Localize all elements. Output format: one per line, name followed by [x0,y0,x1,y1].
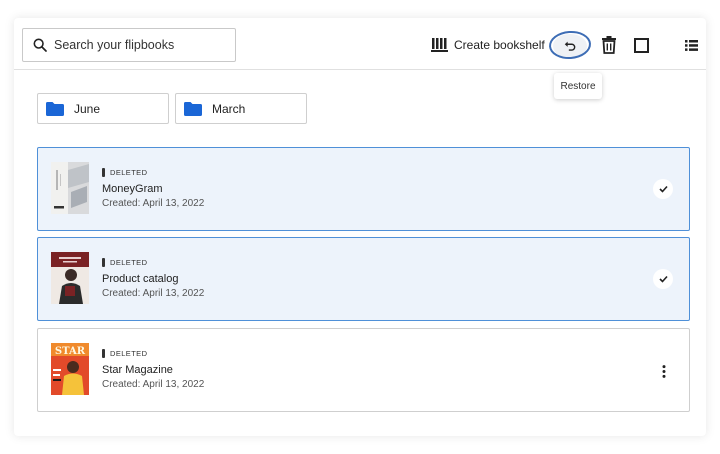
flipbook-title: Product catalog [102,273,179,285]
folder-name: March [212,101,246,116]
folder-icon [184,101,202,116]
folder-march[interactable]: March [175,93,307,124]
flipbook-created-date: Created: April 13, 2022 [102,288,205,299]
search-input[interactable] [54,38,214,52]
folder-icon [46,101,64,116]
status-indicator-bar [102,168,105,177]
check-icon [658,275,668,283]
select-all-checkbox[interactable] [632,36,650,54]
flipbook-cover-thumbnail: STAR [51,343,89,395]
more-vertical-icon [662,364,666,378]
flipbook-title: MoneyGram [102,183,163,195]
flipbook-card-star-magazine[interactable]: STAR DELETED Star Magazine Created: Apri… [37,328,690,412]
status-indicator-bar [102,349,105,358]
status-label: DELETED [110,258,148,267]
status-badge: DELETED [102,349,147,358]
flipbook-created-date: Created: April 13, 2022 [102,379,205,390]
svg-text:STAR: STAR [55,346,86,357]
flipbook-card-product-catalog[interactable]: DELETED Product catalog Created: April 1… [37,237,690,321]
status-badge: DELETED [102,258,147,267]
flipbook-created-date: Created: April 13, 2022 [102,198,205,209]
flipbook-card-moneygram[interactable]: DELETED MoneyGram Created: April 13, 202… [37,147,690,231]
checkbox-icon [633,37,649,53]
more-options-button[interactable] [658,361,670,381]
restore-highlight-ring [548,29,592,61]
bookshelf-icon [431,38,448,52]
search-icon [33,38,47,52]
list-view-button[interactable] [682,37,700,53]
flipbook-cover-thumbnail [51,162,89,214]
selected-checkmark[interactable] [653,179,673,199]
status-label: DELETED [110,349,148,358]
status-label: DELETED [110,168,148,177]
search-box[interactable] [22,28,236,62]
check-icon [658,185,668,193]
flipbooks-panel: Create bookshelf [14,18,706,436]
toolbar: Create bookshelf [14,18,706,70]
delete-button[interactable] [599,35,619,55]
status-indicator-bar [102,258,105,267]
status-badge: DELETED [102,168,147,177]
flipbook-title: Star Magazine [102,364,173,376]
create-bookshelf-label: Create bookshelf [454,38,545,52]
folder-june[interactable]: June [37,93,169,124]
selected-checkmark[interactable] [653,269,673,289]
restore-tooltip: Restore [554,73,602,99]
folder-name: June [74,101,101,116]
flipbook-cover-thumbnail [51,252,89,304]
trash-icon [602,36,616,54]
restore-button[interactable] [548,29,592,61]
create-bookshelf-button[interactable]: Create bookshelf [431,35,545,55]
list-view-icon [684,39,698,51]
